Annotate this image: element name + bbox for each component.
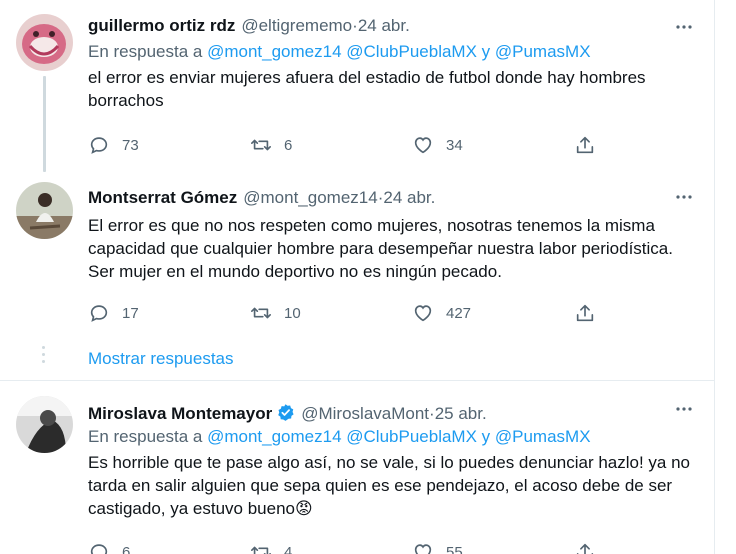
retweet-button[interactable]: 10 bbox=[250, 301, 301, 325]
tweet-actions: 6 4 55 bbox=[88, 540, 608, 554]
more-options-icon[interactable] bbox=[674, 17, 694, 37]
tweet-body: Montserrat Gómez @mont_gomez14 · 24 abr.… bbox=[88, 187, 702, 283]
mention-link[interactable]: @mont_gomez14 bbox=[207, 427, 341, 446]
mention-link[interactable]: @PumasMX bbox=[495, 42, 591, 61]
mention-link[interactable]: @mont_gomez14 bbox=[207, 42, 341, 61]
more-options-icon[interactable] bbox=[674, 399, 694, 419]
reply-button[interactable]: 6 bbox=[88, 540, 130, 554]
tweet-header: Montserrat Gómez @mont_gomez14 · 24 abr. bbox=[88, 187, 702, 209]
reply-to: En respuesta a @mont_gomez14 @ClubPuebla… bbox=[88, 41, 702, 63]
tweet-thread: guillermo ortiz rdz @eltigrememo · 24 ab… bbox=[0, 0, 714, 554]
reply-to: En respuesta a @mont_gomez14 @ClubPuebla… bbox=[88, 426, 702, 448]
retweet-button[interactable]: 4 bbox=[250, 540, 292, 554]
display-name[interactable]: Montserrat Gómez bbox=[88, 187, 237, 209]
user-handle[interactable]: @eltigrememo bbox=[241, 15, 352, 37]
tweet-actions: 73 6 34 bbox=[88, 133, 608, 157]
tweet-date[interactable]: 24 abr. bbox=[358, 15, 410, 37]
user-handle[interactable]: @MiroslavaMont bbox=[301, 403, 429, 425]
reply-icon bbox=[90, 544, 108, 554]
retweet-icon bbox=[251, 139, 271, 151]
tweet-body: Miroslava Montemayor @MiroslavaMont · 25… bbox=[88, 400, 702, 520]
tweet[interactable]: Montserrat Gómez @mont_gomez14 · 24 abr.… bbox=[0, 172, 714, 340]
reply-count: 17 bbox=[122, 304, 139, 322]
share-button[interactable] bbox=[574, 540, 596, 554]
share-icon bbox=[576, 304, 594, 322]
retweet-count: 10 bbox=[284, 304, 301, 322]
reply-button[interactable]: 17 bbox=[88, 301, 139, 325]
thread-connector bbox=[43, 76, 46, 172]
more-options-icon[interactable] bbox=[674, 187, 694, 207]
like-count: 55 bbox=[446, 543, 463, 554]
share-button[interactable] bbox=[574, 133, 596, 157]
mention-link[interactable]: @PumasMX bbox=[495, 427, 591, 446]
like-button[interactable]: 427 bbox=[412, 301, 471, 325]
like-count: 427 bbox=[446, 304, 472, 322]
column-border bbox=[714, 0, 715, 554]
tweet[interactable]: guillermo ortiz rdz @eltigrememo · 24 ab… bbox=[0, 0, 714, 172]
verified-badge-icon bbox=[276, 403, 295, 422]
avatar[interactable] bbox=[16, 396, 73, 453]
heart-icon bbox=[414, 137, 432, 154]
reply-count: 73 bbox=[122, 136, 139, 154]
reply-icon bbox=[90, 305, 108, 322]
display-name[interactable]: Miroslava Montemayor bbox=[88, 403, 272, 425]
retweet-button[interactable]: 6 bbox=[250, 133, 292, 157]
avatar[interactable] bbox=[16, 14, 73, 71]
thread-dots bbox=[42, 346, 46, 367]
user-handle[interactable]: @mont_gomez14 bbox=[243, 187, 377, 209]
retweet-count: 6 bbox=[284, 136, 293, 154]
share-icon bbox=[576, 543, 594, 554]
display-name[interactable]: guillermo ortiz rdz bbox=[88, 15, 235, 37]
heart-icon bbox=[414, 305, 432, 322]
reply-prefix: En respuesta a bbox=[88, 42, 208, 61]
tweet-body: guillermo ortiz rdz @eltigrememo · 24 ab… bbox=[88, 15, 702, 112]
reply-button[interactable]: 73 bbox=[88, 133, 139, 157]
tweet-text: el error es enviar mujeres afuera del es… bbox=[88, 68, 646, 110]
tweet-header: Miroslava Montemayor @MiroslavaMont · 25… bbox=[88, 400, 702, 425]
reply-count: 6 bbox=[122, 543, 131, 554]
reply-and: y bbox=[476, 427, 495, 446]
show-replies-link[interactable]: Mostrar respuestas bbox=[88, 348, 234, 370]
tweet-text: Es horrible que te pase algo así, no se … bbox=[88, 453, 690, 518]
like-button[interactable]: 55 bbox=[412, 540, 463, 554]
share-icon bbox=[576, 136, 594, 154]
reply-prefix: En respuesta a bbox=[88, 427, 208, 446]
retweet-count: 4 bbox=[284, 543, 293, 554]
tweet-text: El error es que no nos respeten como muj… bbox=[88, 216, 673, 281]
retweet-icon bbox=[251, 307, 271, 319]
tweet-header: guillermo ortiz rdz @eltigrememo · 24 ab… bbox=[88, 15, 702, 37]
mention-link[interactable]: @ClubPueblaMX bbox=[346, 42, 477, 61]
avatar[interactable] bbox=[16, 182, 73, 239]
tweet[interactable]: Miroslava Montemayor @MiroslavaMont · 25… bbox=[0, 381, 714, 554]
reply-and: y bbox=[476, 42, 495, 61]
like-button[interactable]: 34 bbox=[412, 133, 463, 157]
tweet-actions: 17 10 427 bbox=[88, 301, 608, 325]
heart-icon bbox=[414, 544, 432, 554]
retweet-icon bbox=[251, 546, 271, 554]
tweet-date[interactable]: 25 abr. bbox=[435, 403, 487, 425]
share-button[interactable] bbox=[574, 301, 596, 325]
reply-icon bbox=[90, 137, 108, 154]
like-count: 34 bbox=[446, 136, 463, 154]
tweet-date[interactable]: 24 abr. bbox=[383, 187, 435, 209]
mention-link[interactable]: @ClubPueblaMX bbox=[346, 427, 477, 446]
